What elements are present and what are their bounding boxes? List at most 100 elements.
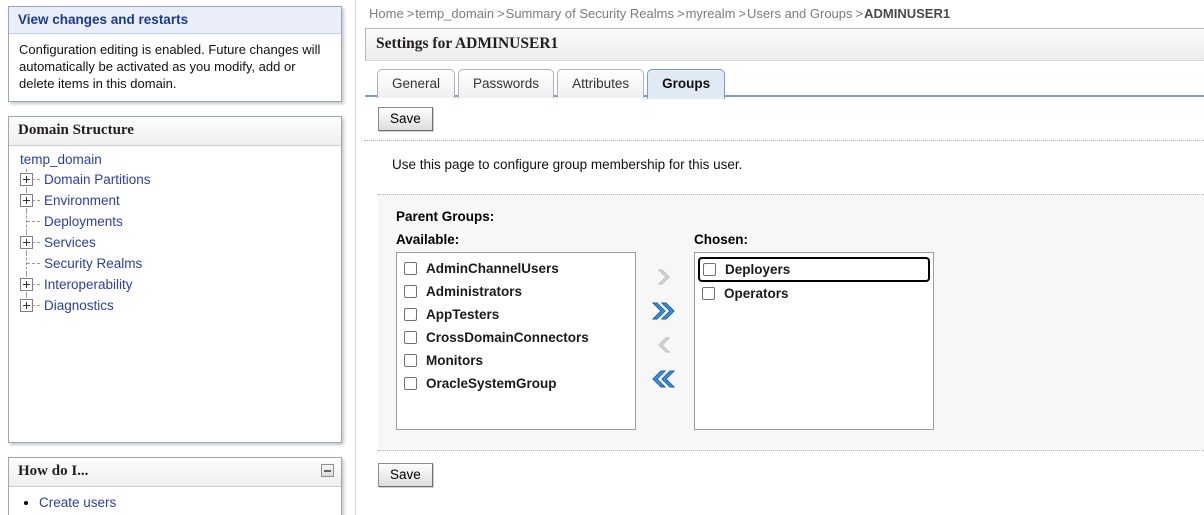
list-item[interactable]: Deployers bbox=[698, 257, 930, 282]
tree-node-domain-partitions[interactable]: Domain Partitions bbox=[18, 169, 333, 190]
domain-structure-panel: Domain Structure temp_domain Domain Part… bbox=[8, 116, 342, 443]
checkbox-icon[interactable] bbox=[703, 263, 716, 276]
list-item-label: Deployers bbox=[725, 262, 790, 277]
breadcrumb-item-home[interactable]: Home bbox=[369, 6, 404, 21]
how-do-i-panel: How do I... Create users bbox=[8, 457, 342, 515]
how-do-i-list: Create users bbox=[19, 495, 331, 510]
save-button-top[interactable]: Save bbox=[378, 107, 433, 131]
tab-groups[interactable]: Groups bbox=[647, 69, 725, 99]
save-button-bottom[interactable]: Save bbox=[378, 463, 433, 487]
breadcrumb-item-summary-of-security-realms[interactable]: Summary of Security Realms bbox=[506, 6, 674, 21]
chosen-label: Chosen: bbox=[694, 232, 934, 247]
move-left-all-icon[interactable] bbox=[650, 362, 680, 396]
expand-plus-icon[interactable] bbox=[20, 173, 33, 186]
list-item-label: Administrators bbox=[426, 284, 522, 299]
tree-root-link[interactable]: temp_domain bbox=[20, 152, 102, 167]
checkbox-icon[interactable] bbox=[702, 287, 715, 300]
tree-node-services[interactable]: Services bbox=[18, 232, 333, 253]
list-item-label: Monitors bbox=[426, 353, 483, 368]
parent-groups-section: Parent Groups: Available: AdminChannelUs… bbox=[378, 194, 1204, 451]
list-item-label: AdminChannelUsers bbox=[426, 261, 559, 276]
checkbox-icon[interactable] bbox=[404, 262, 417, 275]
breadcrumb-item-temp-domain[interactable]: temp_domain bbox=[415, 6, 494, 21]
tree-link[interactable]: Environment bbox=[44, 193, 120, 208]
tree-root-item[interactable]: temp_domain bbox=[18, 152, 333, 169]
breadcrumb-separator: > bbox=[494, 6, 506, 21]
domain-structure-tree: temp_domain Domain Partitions Environmen… bbox=[9, 146, 341, 442]
list-item-label: AppTesters bbox=[426, 307, 499, 322]
intro-text: Use this page to configure group members… bbox=[364, 141, 1204, 172]
move-left-single-icon[interactable] bbox=[653, 328, 677, 362]
breadcrumb-separator: > bbox=[853, 6, 865, 21]
tree-node-diagnostics[interactable]: Diagnostics bbox=[18, 295, 333, 316]
move-right-single-icon[interactable] bbox=[653, 260, 677, 294]
tree-line bbox=[27, 263, 40, 264]
expand-plus-icon[interactable] bbox=[20, 299, 33, 312]
available-listbox[interactable]: AdminChannelUsers Administrators AppTest… bbox=[396, 252, 636, 430]
list-item[interactable]: AppTesters bbox=[400, 303, 632, 326]
list-item[interactable]: AdminChannelUsers bbox=[400, 257, 632, 280]
checkbox-icon[interactable] bbox=[404, 331, 417, 344]
expand-plus-icon[interactable] bbox=[20, 236, 33, 249]
tree-link[interactable]: Deployments bbox=[44, 214, 123, 229]
list-item-label: CrossDomainConnectors bbox=[426, 330, 589, 345]
list-item[interactable]: Create users bbox=[39, 495, 331, 510]
group-picker: Available: AdminChannelUsers Administrat… bbox=[396, 232, 1204, 430]
page-title: Settings for ADMINUSER1 bbox=[365, 28, 1204, 61]
tab-bar: GeneralPasswordsAttributesGroups bbox=[365, 61, 1204, 97]
checkbox-icon[interactable] bbox=[404, 354, 417, 367]
tree-node-interoperability[interactable]: Interoperability bbox=[18, 274, 333, 295]
how-do-i-body: Create users bbox=[9, 487, 341, 515]
tree-link[interactable]: Domain Partitions bbox=[44, 172, 151, 187]
move-right-all-icon[interactable] bbox=[650, 294, 680, 328]
tree-line bbox=[27, 221, 40, 222]
available-column: Available: AdminChannelUsers Administrat… bbox=[396, 232, 636, 430]
transfer-buttons bbox=[636, 232, 694, 396]
breadcrumb-item-current: ADMINUSER1 bbox=[864, 6, 950, 21]
list-item[interactable]: Operators bbox=[698, 282, 930, 305]
checkbox-icon[interactable] bbox=[404, 377, 417, 390]
breadcrumb-item-myrealm[interactable]: myrealm bbox=[686, 6, 736, 21]
list-item[interactable]: OracleSystemGroup bbox=[400, 372, 632, 395]
breadcrumb-separator: > bbox=[404, 6, 416, 21]
how-do-i-title: How do I... bbox=[9, 458, 341, 487]
breadcrumb-item-users-and-groups[interactable]: Users and Groups bbox=[747, 6, 853, 21]
list-item[interactable]: Monitors bbox=[400, 349, 632, 372]
breadcrumb-separator: > bbox=[674, 6, 686, 21]
minus-icon[interactable] bbox=[321, 464, 334, 477]
change-center-body: Configuration editing is enabled. Future… bbox=[9, 34, 341, 101]
tree-link[interactable]: Diagnostics bbox=[44, 298, 114, 313]
breadcrumb: Home>temp_domain>Summary of Security Rea… bbox=[364, 0, 1204, 28]
expand-plus-icon[interactable] bbox=[20, 278, 33, 291]
how-do-i-link[interactable]: Create users bbox=[39, 495, 116, 510]
tree-node-security-realms[interactable]: Security Realms bbox=[18, 253, 333, 274]
breadcrumb-separator: > bbox=[735, 6, 747, 21]
tab-passwords[interactable]: Passwords bbox=[458, 69, 554, 98]
tab-attributes[interactable]: Attributes bbox=[557, 69, 644, 98]
expand-plus-icon[interactable] bbox=[20, 194, 33, 207]
change-center-title-link[interactable]: View changes and restarts bbox=[18, 12, 188, 27]
chosen-column: Chosen: Deployers Operators bbox=[694, 232, 934, 430]
list-item[interactable]: CrossDomainConnectors bbox=[400, 326, 632, 349]
main-content: Home>temp_domain>Summary of Security Rea… bbox=[350, 0, 1204, 515]
change-center-title[interactable]: View changes and restarts bbox=[9, 7, 341, 34]
tree-node-environment[interactable]: Environment bbox=[18, 190, 333, 211]
bottom-button-row: Save bbox=[364, 451, 1204, 487]
tree-link[interactable]: Interoperability bbox=[44, 277, 133, 292]
checkbox-icon[interactable] bbox=[404, 308, 417, 321]
list-item[interactable]: Administrators bbox=[400, 280, 632, 303]
tab-general[interactable]: General bbox=[377, 69, 455, 98]
how-do-i-title-text: How do I... bbox=[18, 463, 88, 479]
top-button-row: Save bbox=[364, 97, 1204, 131]
console-page: View changes and restarts Configuration … bbox=[0, 0, 1204, 515]
chosen-listbox[interactable]: Deployers Operators bbox=[694, 252, 934, 430]
tree-link[interactable]: Services bbox=[44, 235, 96, 250]
parent-groups-title: Parent Groups: bbox=[396, 209, 1204, 224]
change-center-panel: View changes and restarts Configuration … bbox=[8, 6, 342, 102]
domain-structure-title: Domain Structure bbox=[9, 117, 341, 146]
tree-link[interactable]: Security Realms bbox=[44, 256, 142, 271]
sidebar: View changes and restarts Configuration … bbox=[0, 0, 350, 515]
checkbox-icon[interactable] bbox=[404, 285, 417, 298]
list-item-label: Operators bbox=[724, 286, 789, 301]
tree-node-deployments[interactable]: Deployments bbox=[18, 211, 333, 232]
